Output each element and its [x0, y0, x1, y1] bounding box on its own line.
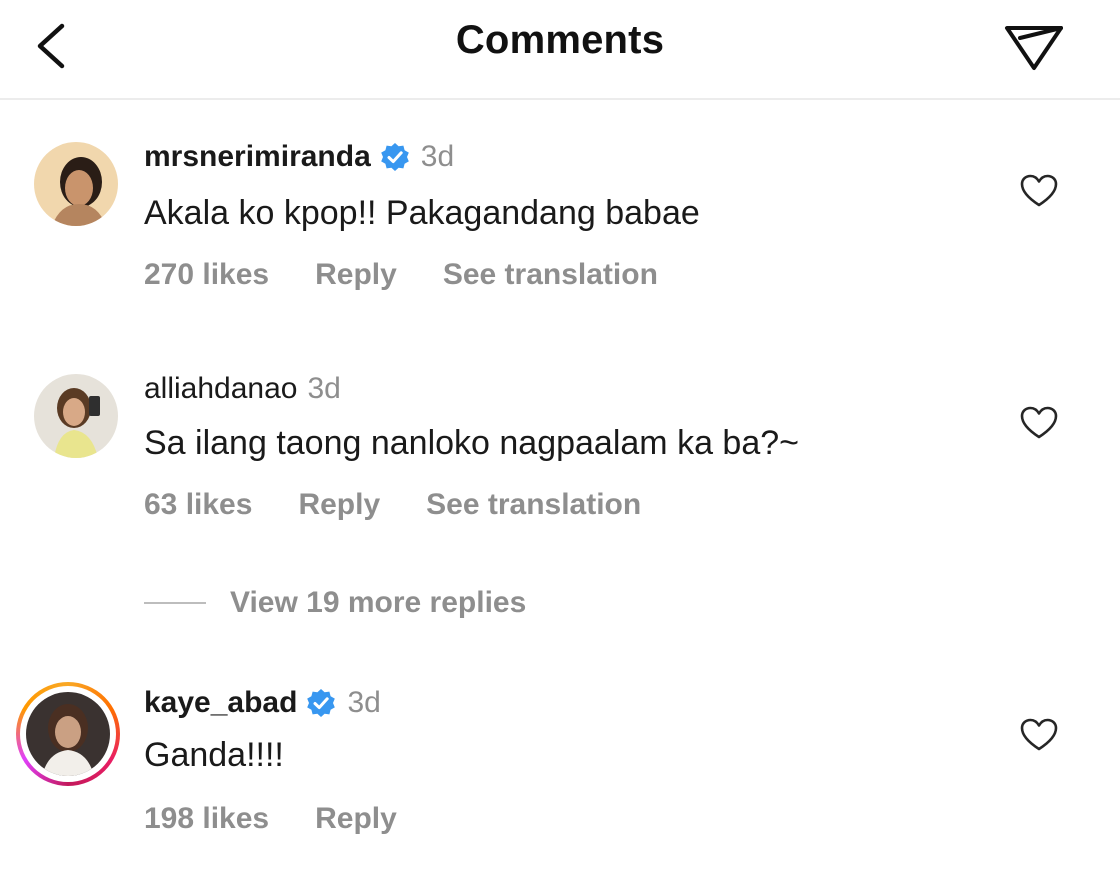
- username[interactable]: mrsnerimiranda: [144, 140, 371, 174]
- likes-count[interactable]: 270 likes: [144, 258, 269, 292]
- comment-actions: 270 likes Reply See translation: [144, 258, 704, 292]
- likes-count[interactable]: 63 likes: [144, 488, 252, 522]
- share-button[interactable]: [1002, 12, 1066, 76]
- comment-text: Sa ilang taong nanloko nagpaalam ka ba?~: [144, 424, 800, 462]
- avatar-image: [34, 374, 118, 458]
- avatar-image: [26, 692, 110, 776]
- avatar[interactable]: [34, 142, 118, 226]
- comment-time: 3d: [420, 140, 455, 173]
- comment-actions: 63 likes Reply See translation: [144, 488, 687, 522]
- see-translation-button[interactable]: See translation: [443, 258, 658, 292]
- avatar-image: [34, 142, 118, 226]
- header-bar: Comments: [0, 0, 1120, 100]
- view-more-replies-button[interactable]: View 19 more replies: [144, 586, 526, 620]
- comment-text: Akala ko kpop!! Pakagandang babae: [144, 194, 700, 232]
- verified-badge-icon: [307, 689, 336, 717]
- page-title: Comments: [455, 18, 665, 62]
- reply-button[interactable]: Reply: [298, 488, 380, 522]
- reply-button[interactable]: Reply: [315, 802, 397, 836]
- avatar[interactable]: [34, 374, 118, 458]
- divider-line: [144, 602, 206, 604]
- username[interactable]: alliahdanao: [144, 372, 297, 406]
- comment-header: alliahdanao 3d: [144, 372, 341, 406]
- avatar: [26, 692, 110, 776]
- verified-badge-icon: [380, 143, 409, 171]
- like-heart-icon[interactable]: [1020, 174, 1058, 208]
- comment-header: mrsnerimiranda 3d: [144, 140, 454, 174]
- reply-button[interactable]: Reply: [315, 258, 397, 292]
- likes-count[interactable]: 198 likes: [144, 802, 269, 836]
- paper-plane-icon: [1005, 26, 1063, 70]
- comment-header: kaye_abad 3d: [144, 686, 381, 720]
- comment-time: 3d: [307, 372, 341, 405]
- comment-text: Ganda!!!!: [144, 736, 284, 774]
- comment-actions: 198 likes Reply: [144, 802, 443, 836]
- like-heart-icon[interactable]: [1020, 718, 1058, 752]
- comment-time: 3d: [347, 686, 381, 719]
- view-more-replies-label: View 19 more replies: [230, 586, 527, 619]
- see-translation-button[interactable]: See translation: [426, 488, 641, 522]
- like-heart-icon[interactable]: [1020, 406, 1058, 440]
- story-ring[interactable]: [16, 682, 120, 786]
- username[interactable]: kaye_abad: [144, 686, 297, 720]
